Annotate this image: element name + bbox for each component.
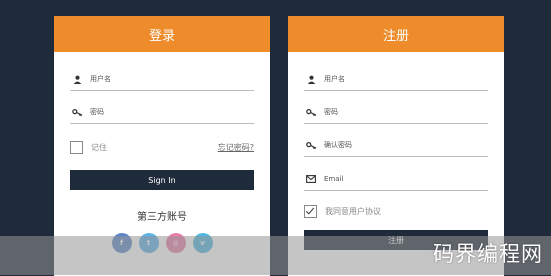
agree-checkbox[interactable] [304, 204, 317, 218]
key-icon [70, 108, 84, 117]
register-password-field[interactable]: 密码 [304, 101, 488, 124]
password-placeholder: 密码 [90, 108, 104, 116]
key-icon [304, 141, 318, 150]
user-icon [70, 75, 84, 84]
register-username-placeholder: 用户名 [324, 75, 345, 83]
register-username-field[interactable]: 用户名 [304, 68, 488, 91]
register-password-placeholder: 密码 [324, 108, 338, 116]
password-field[interactable]: 密码 [70, 101, 254, 124]
remember-row: 记住 忘记密码? [70, 140, 254, 154]
register-title: 注册 [288, 16, 504, 52]
login-title: 登录 [54, 16, 270, 52]
forgot-password-link[interactable]: 忘记密码? [218, 142, 254, 153]
username-field[interactable]: 用户名 [70, 68, 254, 91]
confirm-password-placeholder: 确认密码 [324, 141, 352, 149]
remember-label: 记住 [91, 142, 107, 152]
email-placeholder: Email [324, 175, 344, 183]
envelope-icon [304, 175, 318, 183]
agree-label: 我同意用户协议 [325, 206, 381, 216]
watermark-text: 码界编程网 [433, 242, 543, 266]
key-icon [304, 108, 318, 117]
username-placeholder: 用户名 [90, 75, 111, 83]
user-icon [304, 75, 318, 84]
sign-in-button[interactable]: Sign In [70, 170, 254, 190]
agree-row: 我同意用户协议 [304, 204, 488, 218]
email-field[interactable]: Email [304, 168, 488, 191]
third-party-title: 第三方账号 [137, 212, 187, 223]
remember-checkbox[interactable] [70, 140, 83, 154]
confirm-password-field[interactable]: 确认密码 [304, 134, 488, 157]
